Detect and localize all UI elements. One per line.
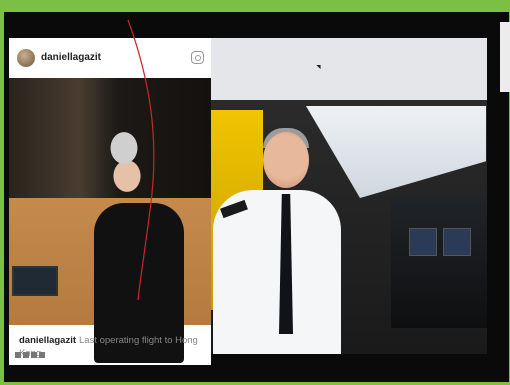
post-caption: daniellagazit Last operating flight to Ho… xyxy=(19,334,209,360)
edit-icon[interactable] xyxy=(23,352,29,358)
post-header: daniellagazit xyxy=(9,38,211,78)
instagram-post-card[interactable]: daniellagazit daniellagazit Last operatin… xyxy=(9,38,211,365)
caption-username[interactable]: daniellagazit xyxy=(19,335,76,346)
post-photo-pilot-tablet xyxy=(9,78,211,363)
instagram-icon[interactable] xyxy=(191,51,204,64)
share-icon[interactable] xyxy=(15,352,21,358)
tablet-image xyxy=(12,266,58,296)
post-username[interactable]: daniellagazit xyxy=(41,52,101,63)
avatar[interactable] xyxy=(17,49,35,67)
arrow-icon[interactable] xyxy=(39,352,45,358)
partial-side-card xyxy=(500,22,510,92)
pilot-face xyxy=(263,132,309,188)
annotation-toolbar xyxy=(15,352,45,358)
instrument-panel xyxy=(391,198,487,328)
cockpit-photo xyxy=(211,38,487,354)
instrument-screen xyxy=(409,228,437,256)
cockpit-window xyxy=(306,106,486,198)
grid-icon[interactable] xyxy=(31,352,37,358)
instrument-screen xyxy=(443,228,471,256)
